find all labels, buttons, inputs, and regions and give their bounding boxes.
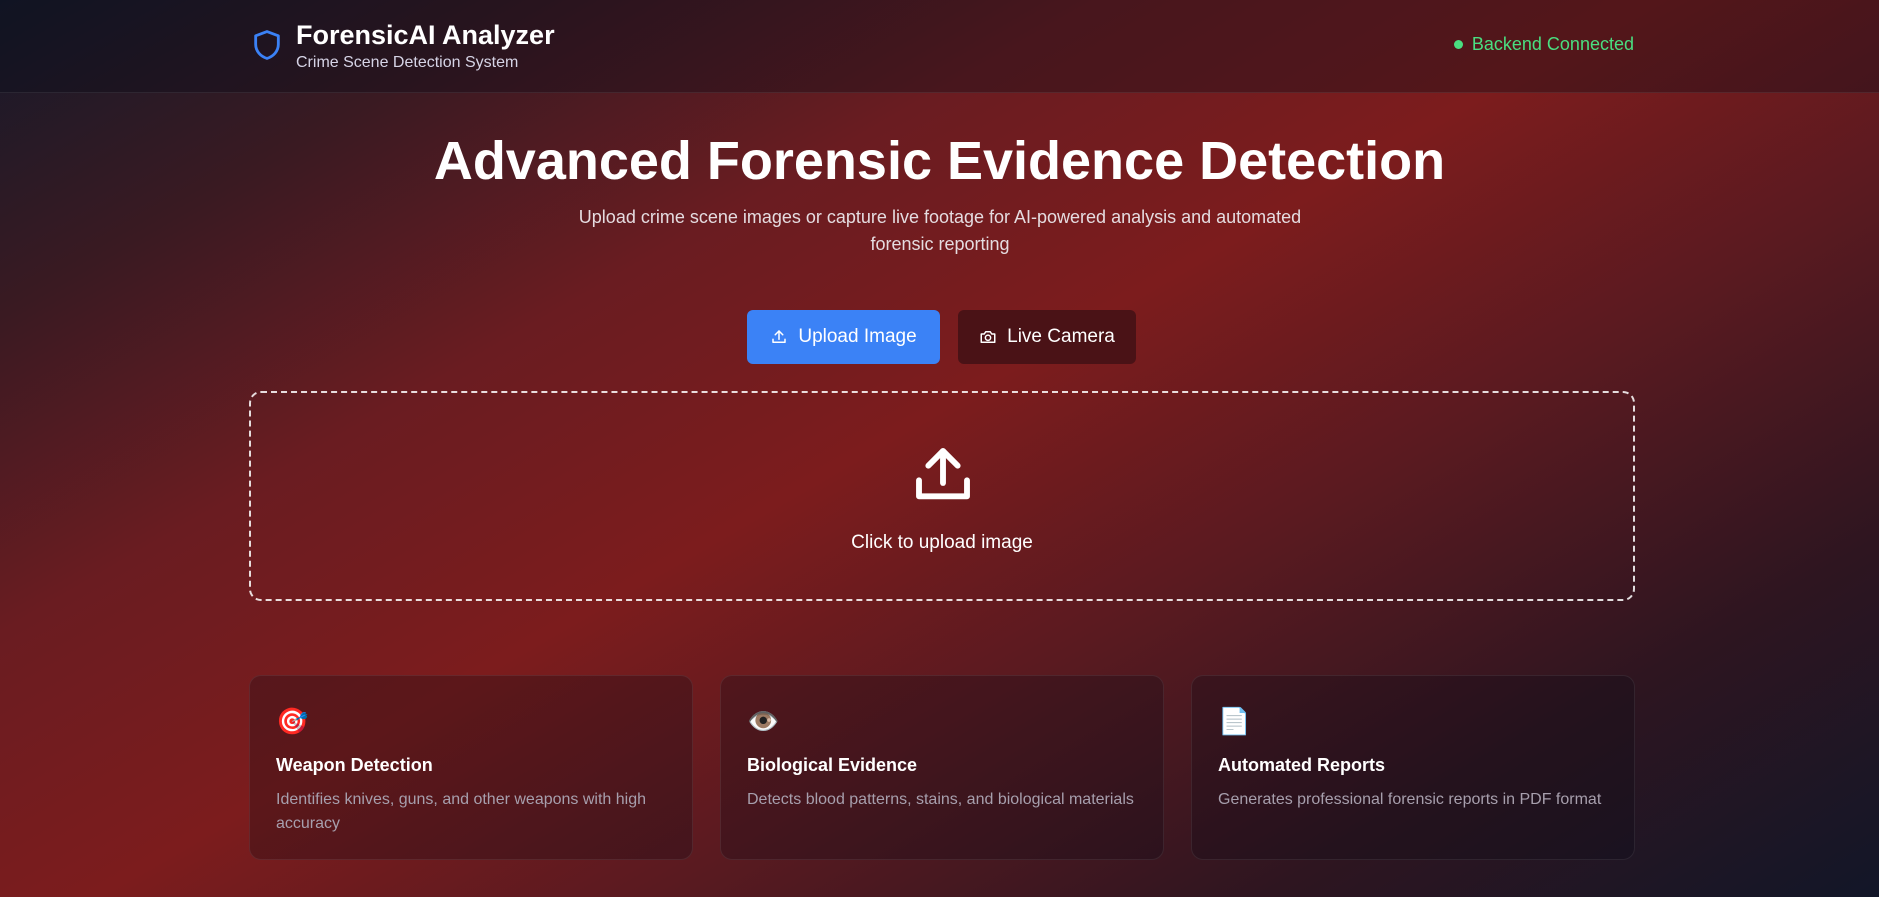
upload-icon (772, 330, 787, 343)
shield-icon (254, 30, 280, 60)
feature-title: Biological Evidence (747, 755, 918, 775)
feature-card-biological-evidence: 👁️ Biological Evidence Detects blood pat… (720, 675, 1164, 860)
eye-icon: 👁️ (747, 706, 780, 736)
app-subtitle: Crime Scene Detection System (296, 54, 519, 71)
feature-title: Weapon Detection (276, 755, 433, 775)
feature-description: Identifies knives, guns, and other weapo… (276, 791, 647, 832)
upload-image-button[interactable]: Upload Image (747, 310, 940, 364)
dropzone-label: Click to upload image (851, 532, 1033, 553)
app-title: ForensicAI Analyzer (296, 20, 555, 50)
image-dropzone[interactable]: Click to upload image (249, 391, 1635, 601)
feature-card-weapon-detection: 🎯 Weapon Detection Identifies knives, gu… (249, 675, 693, 860)
feature-description: Generates professional forensic reports … (1218, 791, 1602, 808)
live-camera-label: Live Camera (1007, 326, 1115, 347)
backend-status: Backend Connected (1453, 34, 1634, 55)
brand[interactable]: ForensicAI Analyzer Crime Scene Detectio… (250, 18, 555, 74)
camera-icon (980, 331, 996, 343)
page-subtitle: Upload crime scene images or capture liv… (578, 207, 1302, 254)
status-label: Backend Connected (1471, 34, 1634, 54)
upload-icon (916, 448, 970, 500)
status-dot-icon (1453, 40, 1463, 49)
page-title: Advanced Forensic Evidence Detection (433, 131, 1446, 191)
target-icon: 🎯 (276, 706, 309, 736)
feature-card-automated-reports: 📄 Automated Reports Generates profession… (1191, 675, 1635, 860)
document-icon: 📄 (1218, 706, 1251, 736)
feature-title: Automated Reports (1218, 755, 1386, 775)
feature-description: Detects blood patterns, stains, and biol… (747, 791, 1134, 808)
live-camera-button[interactable]: Live Camera (958, 310, 1136, 364)
top-header: ForensicAI Analyzer Crime Scene Detectio… (0, 0, 1879, 93)
upload-image-label: Upload Image (798, 326, 917, 347)
